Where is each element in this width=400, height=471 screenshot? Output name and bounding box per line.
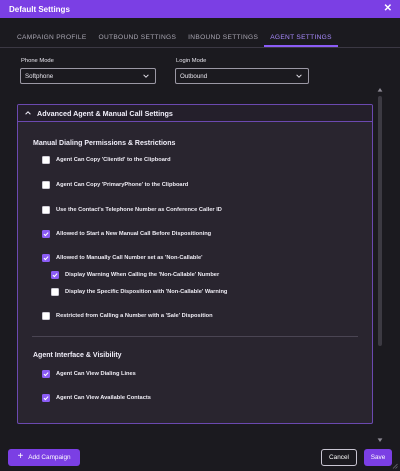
chevron-up-icon (25, 111, 31, 115)
advanced-settings-header[interactable]: Advanced Agent & Manual Call Settings (18, 105, 372, 122)
checkbox-box[interactable] (51, 271, 59, 279)
checkbox-box[interactable] (51, 288, 59, 296)
scrollbar[interactable] (376, 86, 384, 444)
window-titlebar: Default Settings ✕ (0, 0, 400, 18)
scroll-down-arrow-icon[interactable] (376, 436, 384, 444)
save-button[interactable]: Save (364, 449, 392, 466)
checkbox-label: Restricted from Calling a Number with a … (56, 313, 213, 319)
checkbox-box[interactable] (42, 370, 50, 378)
checkbox-label: Allowed to Manually Call Number set as '… (56, 255, 203, 261)
login-mode-label: Login Mode (176, 58, 207, 64)
phone-mode-label: Phone Mode (21, 58, 54, 64)
section-divider (32, 336, 358, 337)
tab-campaign-profile[interactable]: CAMPAIGN PROFILE (11, 28, 93, 47)
checkbox-label: Agent Can Copy 'PrimaryPhone' to the Cli… (56, 182, 189, 188)
checkbox-call-non-callable[interactable]: Allowed to Manually Call Number set as '… (42, 254, 203, 262)
advanced-settings-panel: Advanced Agent & Manual Call Settings Ma… (17, 104, 373, 424)
tab-inbound-settings[interactable]: INBOUND SETTINGS (182, 28, 264, 47)
scrollbar-thumb[interactable] (378, 96, 382, 346)
window-title: Default Settings (9, 4, 70, 14)
cancel-button[interactable]: Cancel (321, 449, 357, 466)
checkbox-copy-primaryphone[interactable]: Agent Can Copy 'PrimaryPhone' to the Cli… (42, 181, 188, 189)
phone-mode-value: Softphone (25, 72, 54, 80)
manual-dialing-section-title: Manual Dialing Permissions & Restriction… (33, 140, 176, 147)
checkbox-label: Display Warning When Calling the 'Non-Ca… (65, 272, 220, 278)
plus-icon: + (17, 451, 24, 462)
checkmark-icon (43, 396, 49, 401)
checkbox-box[interactable] (42, 394, 50, 402)
checkbox-restricted-sale[interactable]: Restricted from Calling a Number with a … (42, 312, 213, 320)
checkmark-icon (43, 232, 49, 237)
checkbox-label: Agent Can View Dialing Lines (56, 371, 136, 377)
add-campaign-button[interactable]: + Add Campaign (8, 449, 80, 466)
checkbox-specific-disposition-warning[interactable]: Display the Specific Disposition with 'N… (51, 288, 227, 296)
phone-mode-select[interactable]: Softphone (20, 68, 156, 84)
checkmark-icon (43, 372, 49, 377)
checkbox-label: Agent Can Copy 'ClientId' to the Clipboa… (56, 157, 171, 163)
checkbox-copy-clientid[interactable]: Agent Can Copy 'ClientId' to the Clipboa… (42, 156, 171, 164)
checkbox-box[interactable] (42, 181, 50, 189)
scroll-up-arrow-icon[interactable] (376, 86, 384, 94)
checkbox-new-manual-call[interactable]: Allowed to Start a New Manual Call Befor… (42, 230, 211, 238)
checkbox-box[interactable] (42, 230, 50, 238)
checkbox-label: Allowed to Start a New Manual Call Befor… (56, 231, 212, 237)
add-campaign-label: Add Campaign (28, 454, 71, 461)
tab-outbound-settings[interactable]: OUTBOUND SETTINGS (93, 28, 183, 47)
checkbox-label: Use the Contact's Telephone Number as Co… (56, 207, 222, 213)
checkbox-box[interactable] (42, 156, 50, 164)
agent-interface-section-title: Agent Interface & Visibility (33, 352, 122, 359)
chevron-down-icon (296, 74, 302, 78)
checkbox-box[interactable] (42, 254, 50, 262)
checkbox-non-callable-warning[interactable]: Display Warning When Calling the 'Non-Ca… (51, 271, 219, 279)
checkbox-view-dialing-lines[interactable]: Agent Can View Dialing Lines (42, 370, 136, 378)
chevron-down-icon (143, 74, 149, 78)
checkbox-box[interactable] (42, 312, 50, 320)
resize-grip-icon[interactable] (392, 463, 398, 469)
checkbox-view-available-contacts[interactable]: Agent Can View Available Contacts (42, 394, 151, 402)
tab-bar: CAMPAIGN PROFILE OUTBOUND SETTINGS INBOU… (0, 28, 400, 48)
login-mode-select[interactable]: Outbound (175, 68, 309, 84)
checkbox-box[interactable] (42, 206, 50, 214)
checkbox-label: Agent Can View Available Contacts (56, 395, 151, 401)
tab-agent-settings[interactable]: AGENT SETTINGS (264, 28, 338, 47)
checkbox-conference-caller-id[interactable]: Use the Contact's Telephone Number as Co… (42, 206, 222, 214)
advanced-settings-title: Advanced Agent & Manual Call Settings (37, 108, 173, 118)
checkmark-icon (52, 273, 58, 278)
close-icon[interactable]: ✕ (384, 4, 392, 14)
checkbox-label: Display the Specific Disposition with 'N… (65, 289, 228, 295)
login-mode-value: Outbound (180, 72, 208, 80)
checkmark-icon (43, 256, 49, 261)
